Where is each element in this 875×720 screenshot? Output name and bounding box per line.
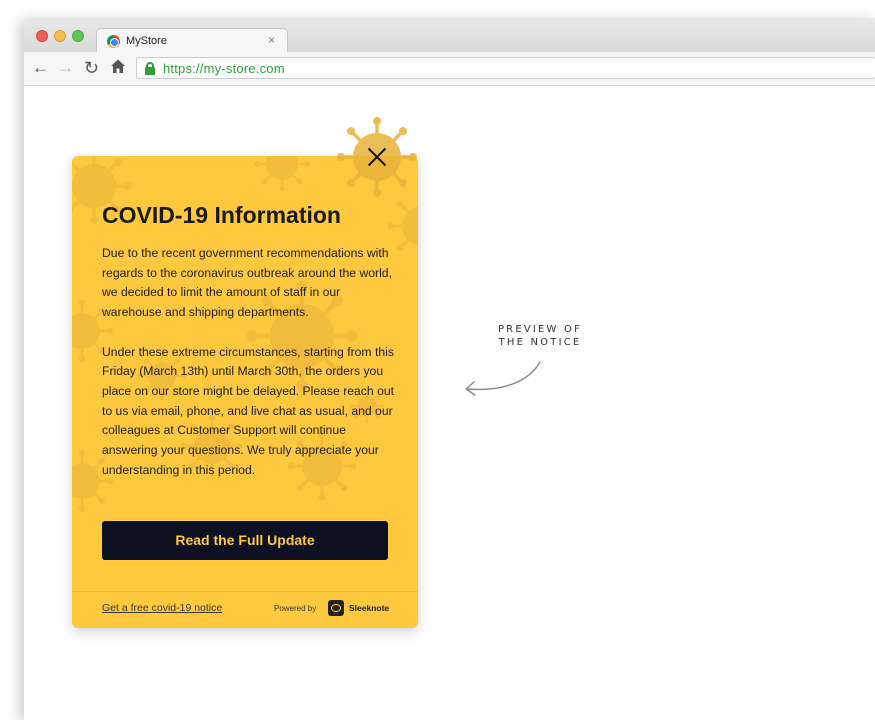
preview-annotation: PREVIEW OF THE NOTICE [490,323,590,349]
zoom-window-button[interactable] [72,30,84,42]
sleeknote-brand[interactable]: Sleeknote [349,603,389,613]
address-bar[interactable]: https://my-store.com [136,57,875,79]
browser-toolbar: ← → ↻ https://my-store.com [24,52,875,86]
sleeknote-logo-icon[interactable] [328,600,344,616]
curved-arrow-icon [465,361,541,396]
free-notice-link[interactable]: Get a free covid-19 notice [102,602,222,614]
home-icon[interactable] [110,58,126,79]
powered-by-label: Powered by [274,604,317,613]
annotation-line: THE NOTICE [498,337,582,348]
url-text: https://my-store.com [163,61,285,76]
notice-title: COVID-19 Information [102,202,341,228]
footer-divider [72,591,418,592]
close-window-button[interactable] [36,30,48,42]
covid-notice-popup: COVID-19 Information Due to the recent g… [72,156,418,628]
read-full-update-button[interactable]: Read the Full Update [102,521,388,560]
annotation-line: PREVIEW OF [497,324,583,335]
forward-arrow-icon[interactable]: → [57,58,74,78]
tab-title: MyStore [126,35,167,47]
browser-tab[interactable]: MyStore × [96,28,288,53]
notice-paragraph: Due to the recent government recommendat… [102,246,392,320]
minimize-window-button[interactable] [54,30,66,42]
tab-close-icon[interactable]: × [268,33,275,47]
reload-icon[interactable]: ↻ [84,58,99,78]
close-notice-button[interactable] [364,144,390,170]
back-arrow-icon[interactable]: ← [32,58,49,78]
notice-paragraph: Under these extreme circumstances, start… [102,344,395,477]
lock-icon [145,62,155,75]
notice-body: Due to the recent government recommendat… [102,244,394,480]
title-bar: MyStore × [24,18,875,53]
chrome-icon [107,35,120,48]
